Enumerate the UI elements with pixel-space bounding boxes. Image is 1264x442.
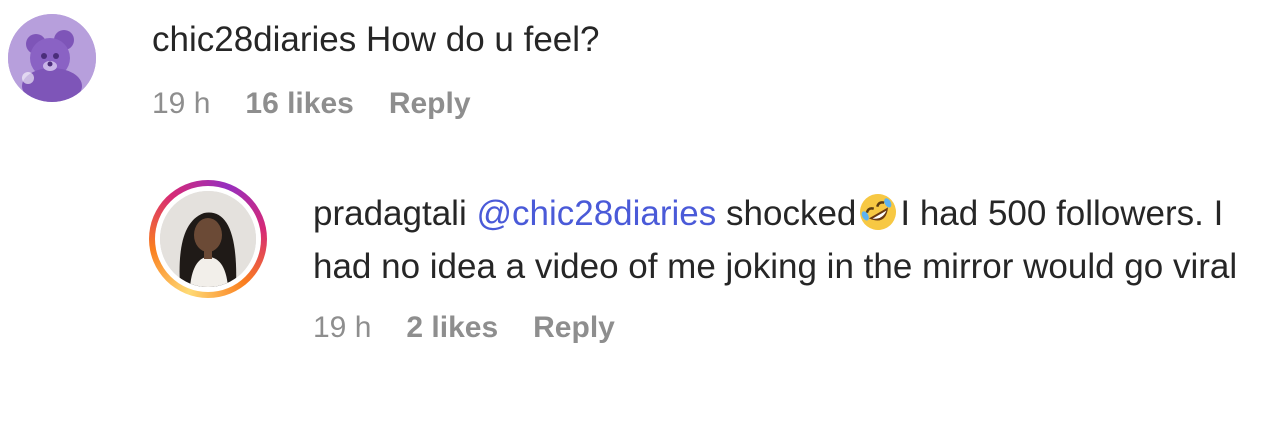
comment-timestamp: 19 h (313, 311, 372, 344)
avatar (160, 191, 256, 287)
likes-count[interactable]: 2 likes (406, 311, 498, 345)
comment: chic28diaries How do u feel? 19 h 16 lik… (8, 14, 600, 121)
comment-text: chic28diaries How do u feel? (152, 13, 600, 66)
reply-comment: pradagtali @chic28diaries shocked I had … (149, 180, 1263, 345)
comment-timestamp: 19 h (152, 87, 211, 120)
comment-meta: 19 h 16 likes Reply (152, 87, 600, 121)
rolling-on-floor-laughing-emoji-icon (860, 194, 897, 230)
comment-message: How do u feel? (366, 20, 600, 59)
comment-body: chic28diaries How do u feel? 19 h 16 lik… (152, 14, 600, 121)
comment-message: shocked (726, 194, 857, 233)
teddy-bear-icon (8, 14, 96, 102)
comment-text: pradagtali @chic28diaries shocked I had … (313, 187, 1263, 293)
comment-username[interactable]: pradagtali (313, 194, 467, 233)
likes-count[interactable]: 16 likes (245, 87, 353, 121)
avatar-story-ring[interactable] (149, 180, 267, 298)
comment-meta: 19 h 2 likes Reply (313, 311, 1263, 345)
mention-link[interactable]: @chic28diaries (476, 194, 716, 233)
comment-body: pradagtali @chic28diaries shocked I had … (313, 180, 1263, 345)
reply-button[interactable]: Reply (533, 311, 615, 345)
person-photo-icon (160, 191, 256, 287)
avatar[interactable] (8, 14, 96, 102)
comment-username[interactable]: chic28diaries (152, 20, 356, 59)
reply-button[interactable]: Reply (389, 87, 471, 121)
avatar-ring-gap (155, 186, 261, 292)
